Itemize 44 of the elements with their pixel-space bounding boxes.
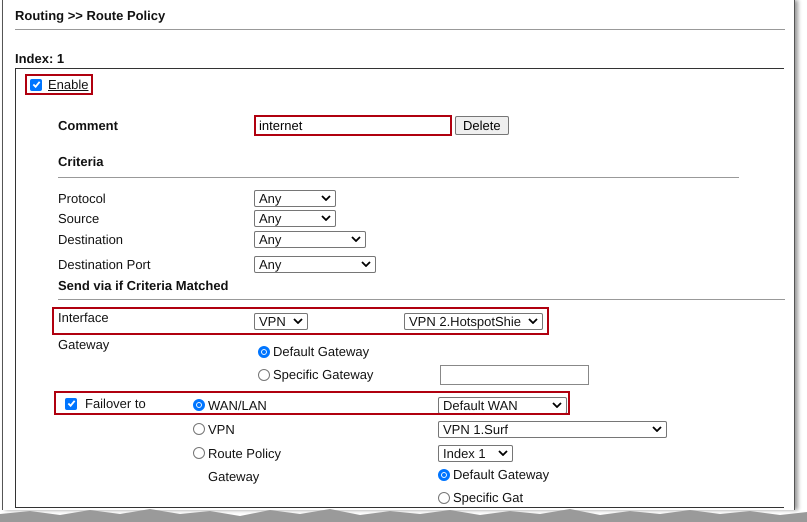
index-label: Index: 1 <box>15 51 66 66</box>
caret-icon <box>293 318 303 324</box>
dropdown[interactable]: Any <box>254 190 336 206</box>
dropdown[interactable]: Any <box>254 256 376 272</box>
caret-icon <box>361 261 371 267</box>
radio-option[interactable]: Route Policy <box>193 446 438 460</box>
checkmark-icon <box>32 80 40 89</box>
dropdown[interactable]: VPN <box>254 312 308 330</box>
enable-checkbox[interactable]: Enable <box>25 74 94 95</box>
caret-icon <box>321 215 331 221</box>
caret-icon <box>552 402 562 408</box>
gateway-field[interactable] <box>440 364 590 384</box>
radio-option[interactable]: Default Gateway <box>438 467 550 482</box>
dropdown[interactable]: Default WAN <box>438 396 567 414</box>
radio-option[interactable]: Specific Gat <box>438 490 524 505</box>
interface-label: Interface <box>58 310 110 325</box>
radio-option[interactable]: WAN/LAN <box>193 398 438 412</box>
dropdown[interactable]: Any <box>254 230 366 248</box>
radio-option[interactable]: VPN <box>193 422 438 436</box>
send-via-heading: Send via if Criteria Matched <box>58 278 230 293</box>
caret-icon <box>652 426 662 432</box>
radio-option[interactable]: Default Gateway <box>258 344 370 359</box>
dropdown[interactable]: VPN 1.Surf <box>438 420 667 438</box>
field-label: Protocol <box>58 190 107 206</box>
field-label: Source <box>58 210 100 226</box>
caret-icon <box>351 236 361 242</box>
caret-icon <box>498 450 508 456</box>
dropdown[interactable]: Index 1 <box>438 444 513 462</box>
comment-field[interactable]: internet <box>254 115 452 136</box>
field-label: Destination Port <box>58 256 152 272</box>
gateway-label: Gateway <box>58 337 110 354</box>
checkmark-icon <box>66 399 76 408</box>
field-label: Destination <box>58 232 124 246</box>
radio-option[interactable]: Specific Gateway <box>258 367 374 382</box>
criteria-heading: Criteria <box>58 154 105 169</box>
page-title: Routing >> Route Policy <box>15 8 166 24</box>
caret-icon <box>528 318 538 324</box>
caret-icon <box>321 195 331 201</box>
dropdown[interactable]: VPN 2.HotspotShie <box>404 312 543 330</box>
comment-label: Comment <box>58 118 119 133</box>
dropdown[interactable]: Any <box>254 210 336 226</box>
delete-button[interactable]: Delete <box>455 116 509 135</box>
gateway-label: Gateway <box>207 468 260 484</box>
failover-checkbox[interactable]: Failover to <box>65 396 146 411</box>
